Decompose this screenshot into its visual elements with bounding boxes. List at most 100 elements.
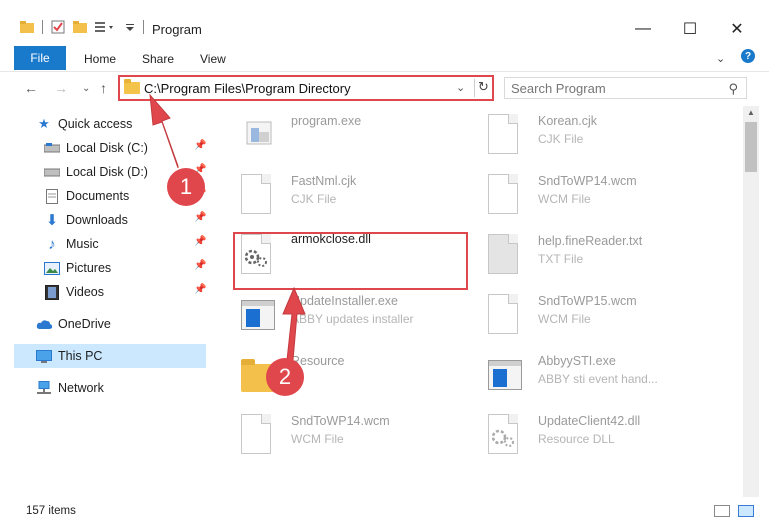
document-icon: [241, 174, 277, 218]
file-name: program.exe: [291, 114, 362, 128]
step-badge-2: 2: [266, 358, 304, 396]
window-title: Program: [152, 22, 202, 37]
pin-icon[interactable]: 📌: [194, 260, 206, 271]
address-bar[interactable]: C:\Program Files\Program Directory ⌄ ↻: [118, 75, 494, 101]
expand-ribbon-icon[interactable]: ⌄: [716, 52, 725, 65]
scrollbar-thumb[interactable]: [745, 122, 757, 172]
sidebar-item-pictures[interactable]: Pictures 📌: [44, 256, 206, 280]
file-item[interactable]: SndToWP15.wcm WCM File: [464, 286, 704, 342]
app-window-icon: [241, 294, 277, 338]
file-type: WCM File: [538, 312, 591, 326]
drive-icon: [44, 140, 60, 156]
file-type: TXT File: [538, 252, 584, 266]
file-item[interactable]: UpdateInstaller.exe ABBY updates install…: [217, 286, 457, 342]
help-icon[interactable]: ?: [741, 49, 755, 63]
folder-icon: [124, 79, 140, 94]
ribbon: File Home Share View ⌄: [0, 44, 769, 72]
large-icons-view-icon[interactable]: [738, 505, 754, 517]
pin-icon[interactable]: 📌: [194, 212, 206, 223]
customize-toolbar-icon[interactable]: [95, 21, 117, 33]
file-item[interactable]: program.exe: [217, 106, 457, 162]
file-item[interactable]: SndToWP14.wcm WCM File: [464, 166, 704, 222]
sidebar-item-label: Documents: [66, 189, 130, 203]
sidebar-item-quick-access[interactable]: ★ Quick access: [36, 112, 206, 136]
sidebar-item-label: Pictures: [66, 261, 112, 275]
file-item[interactable]: UpdateClient42.dll Resource DLL: [464, 406, 704, 462]
sidebar-item-label: Quick access: [58, 117, 133, 131]
pin-icon[interactable]: 📌: [194, 284, 206, 295]
search-input[interactable]: [511, 80, 711, 96]
sidebar-item-local-disk-c[interactable]: Local Disk (C:) 📌: [44, 136, 206, 160]
step-badge-1: 1: [167, 168, 205, 206]
sidebar-item-label: Network: [58, 381, 104, 395]
new-folder-icon[interactable]: [73, 21, 87, 33]
file-type: CJK File: [291, 192, 337, 206]
network-icon: [36, 380, 52, 396]
file-type: WCM File: [291, 432, 344, 446]
file-list: program.exe Korean.cjk CJK File FastNml.…: [207, 106, 743, 497]
forward-icon[interactable]: →: [54, 80, 68, 96]
highlight-box-dll: [233, 232, 468, 290]
toolbar-divider: [143, 20, 144, 34]
pictures-icon: [44, 260, 60, 276]
file-item[interactable]: Korean.cjk CJK File: [464, 106, 704, 162]
download-icon: ⬇: [45, 212, 59, 229]
tab-home[interactable]: Home: [84, 52, 116, 66]
minimize-button[interactable]: —: [620, 14, 666, 44]
documents-icon: [44, 188, 60, 204]
vertical-scrollbar[interactable]: ▲: [743, 106, 759, 497]
sidebar-item-label: Downloads: [66, 213, 128, 227]
sidebar-item-downloads[interactable]: ⬇ Downloads 📌: [44, 208, 207, 232]
scroll-up-icon[interactable]: ▲: [743, 106, 759, 120]
file-name: SndToWP14.wcm: [538, 174, 637, 188]
cloud-icon: [36, 316, 52, 332]
sidebar-item-music[interactable]: ♪ Music 📌: [44, 232, 206, 256]
file-item[interactable]: SndToWP14.wcm WCM File: [217, 406, 457, 462]
sidebar-item-network[interactable]: Network: [36, 376, 206, 400]
tab-file[interactable]: File: [14, 46, 66, 70]
up-icon[interactable]: ↑: [100, 80, 107, 96]
address-path[interactable]: C:\Program Files\Program Directory: [144, 81, 351, 96]
details-view-icon[interactable]: [714, 505, 730, 517]
sidebar-item-videos[interactable]: Videos 📌: [44, 280, 206, 304]
file-item[interactable]: AbbyySTI.exe ABBY sti event hand...: [464, 346, 704, 402]
close-button[interactable]: ✕: [714, 14, 760, 44]
drive-icon: [44, 164, 60, 180]
file-name: UpdateClient42.dll: [538, 414, 641, 428]
tab-share[interactable]: Share: [142, 52, 174, 66]
sidebar-item-label: This PC: [58, 349, 103, 363]
pin-icon[interactable]: 📌: [194, 140, 206, 151]
tab-view[interactable]: View: [200, 52, 226, 66]
dropdown-arrow-icon[interactable]: [125, 21, 135, 33]
toolbar-divider: [42, 20, 43, 34]
quick-access-toolbar: [20, 20, 144, 34]
recent-locations-icon[interactable]: ⌄: [82, 83, 90, 94]
file-name: UpdateInstaller.exe: [291, 294, 399, 308]
file-name: FastNml.cjk: [291, 174, 357, 188]
sidebar-item-this-pc[interactable]: This PC: [14, 344, 206, 368]
refresh-icon[interactable]: ↻: [474, 79, 492, 97]
file-item[interactable]: Resource: [217, 346, 457, 402]
sidebar-item-label: Music: [66, 237, 99, 251]
search-box[interactable]: ⚲: [504, 77, 747, 99]
file-item[interactable]: FastNml.cjk CJK File: [217, 166, 457, 222]
text-document-icon: [488, 234, 524, 278]
pin-icon[interactable]: 📌: [194, 236, 206, 247]
file-type: ABBY updates installer: [291, 312, 414, 326]
file-type: WCM File: [538, 192, 591, 206]
back-icon[interactable]: ←: [24, 80, 38, 96]
maximize-button[interactable]: ☐: [667, 14, 713, 44]
properties-icon[interactable]: [51, 20, 65, 34]
sidebar-item-onedrive[interactable]: OneDrive: [36, 312, 206, 336]
file-name: SndToWP14.wcm: [291, 414, 390, 428]
navigation-bar: ← → ⌄ ↑ C:\Program Files\Program Directo…: [0, 72, 769, 104]
item-count: 157 items: [26, 505, 76, 517]
sidebar-item-label: Local Disk (D:): [66, 165, 148, 179]
document-icon: [488, 294, 524, 338]
file-type: ABBY sti event hand...: [538, 372, 658, 386]
folder-icon: [20, 21, 34, 33]
address-dropdown-icon[interactable]: ⌄: [456, 81, 465, 94]
file-item[interactable]: help.fineReader.txt TXT File: [464, 226, 704, 282]
file-name: Korean.cjk: [538, 114, 598, 128]
music-icon: ♪: [48, 235, 56, 253]
